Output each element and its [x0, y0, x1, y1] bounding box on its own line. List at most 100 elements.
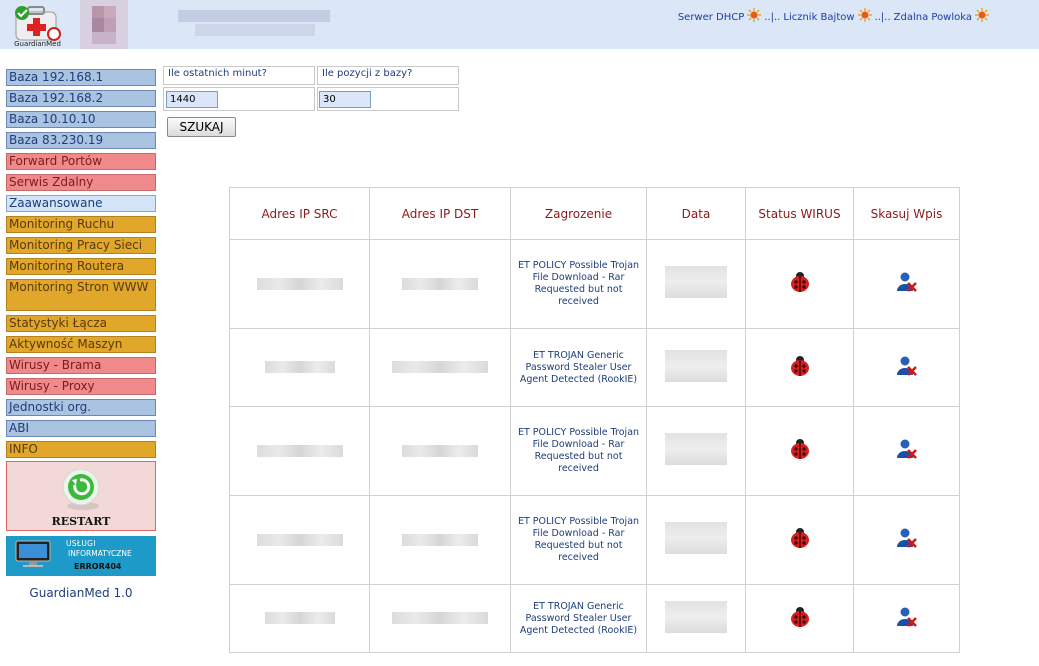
results-table: Adres IP SRC Adres IP DST Zagrozenie Dat…: [229, 187, 960, 653]
blurred-ip-dst: [392, 612, 488, 624]
ip-src-cell: [229, 328, 370, 407]
sidebar-item-serwis-zdalny[interactable]: Serwis Zdalny: [6, 174, 156, 191]
user-delete-icon[interactable]: [896, 438, 918, 460]
nav-separator: ..|..: [874, 12, 891, 23]
column-header-delete: Skasuj Wpis: [853, 187, 960, 240]
banner-line-2: INFORMATYCZNE: [68, 549, 132, 558]
table-row: ET TROJAN Generic Password Stealer User …: [229, 584, 960, 653]
ip-src-cell: [229, 584, 370, 653]
sidebar-item-monitoring-routera[interactable]: Monitoring Routera: [6, 258, 156, 275]
delete-cell: [853, 239, 960, 329]
user-delete-icon[interactable]: [896, 527, 918, 549]
app-version: GuardianMed 1.0: [29, 586, 133, 600]
blurred-ip-dst: [402, 444, 478, 457]
banner-line-3: ERROR404: [74, 562, 122, 571]
green-restart-icon: [62, 468, 100, 510]
sidebar-item-aktywnosc-maszyn[interactable]: Aktywność Maszyn: [6, 336, 156, 353]
ip-dst-cell: [369, 584, 511, 653]
ip-dst-cell: [369, 406, 511, 496]
virus-status-cell: [745, 584, 854, 653]
sidebar-item-monitoring-stron-www[interactable]: Monitoring Stron WWW: [6, 279, 156, 311]
date-cell: [646, 239, 746, 329]
column-header-date: Data: [646, 187, 746, 240]
top-nav: Serwer DHCP ..|.. Licznik Bajtow ..|.. Z…: [678, 7, 989, 23]
nav-dhcp-link[interactable]: Serwer DHCP: [678, 12, 744, 23]
sidebar-item-baza-83-230-19[interactable]: Baza 83.230.19: [6, 132, 156, 149]
sun-icon: [857, 7, 872, 22]
error404-banner[interactable]: USŁUGI INFORMATYCZNE ERROR404: [6, 536, 156, 576]
sidebar-item-statystyki-lacza[interactable]: Statystyki Łącza: [6, 315, 156, 332]
sidebar-item-baza-10-10-10[interactable]: Baza 10.10.10: [6, 111, 156, 128]
delete-cell: [853, 584, 960, 653]
restart-label: RESTART: [51, 515, 111, 528]
restart-button[interactable]: RESTART: [6, 461, 156, 531]
threat-cell: ET POLICY Possible Trojan File Download …: [510, 239, 647, 329]
threat-cell: ET POLICY Possible Trojan File Download …: [510, 406, 647, 496]
sidebar-item-zaawansowane[interactable]: Zaawansowane: [6, 195, 156, 212]
monitor-icon: [15, 540, 51, 567]
blurred-ip-src: [256, 444, 343, 457]
sidebar-item-monitoring-ruchu[interactable]: Monitoring Ruchu: [6, 216, 156, 233]
sidebar-item-jednostki-org[interactable]: Jednostki org.: [6, 399, 156, 416]
virus-status-cell: [745, 495, 854, 585]
user-delete-icon[interactable]: [896, 355, 918, 377]
blurred-ip-src: [256, 277, 343, 290]
sidebar-item-abi[interactable]: ABI: [6, 420, 156, 437]
blurred-ip-src: [264, 361, 335, 373]
blurred-date: [665, 266, 727, 298]
sidebar-item-baza-192-168-1[interactable]: Baza 192.168.1: [6, 69, 156, 86]
ladybug-virus-icon[interactable]: [788, 437, 812, 461]
ladybug-virus-icon[interactable]: [788, 354, 812, 378]
minutes-label: Ile ostatnich minut?: [163, 66, 315, 85]
ladybug-virus-icon[interactable]: [788, 526, 812, 550]
ip-src-cell: [229, 239, 370, 329]
ladybug-virus-icon[interactable]: [788, 270, 812, 294]
minutes-input[interactable]: [166, 91, 218, 108]
blurred-ip-src: [256, 533, 343, 546]
virus-status-cell: [745, 239, 854, 329]
first-aid-kit-icon: [15, 6, 61, 41]
sidebar-item-wirusy-brama[interactable]: Wirusy - Brama: [6, 357, 156, 374]
positions-input[interactable]: [319, 91, 371, 108]
table-row: ET POLICY Possible Trojan File Download …: [229, 406, 960, 496]
blurred-ip-dst: [402, 533, 478, 546]
date-cell: [646, 584, 746, 653]
table-header-row: Adres IP SRC Adres IP DST Zagrozenie Dat…: [229, 187, 960, 240]
sidebar-item-forward-portow[interactable]: Forward Portów: [6, 153, 156, 170]
date-cell: [646, 328, 746, 407]
delete-cell: [853, 406, 960, 496]
nav-remote-shell-link[interactable]: Zdalna Powloka: [894, 12, 972, 23]
blurred-ip-dst: [402, 277, 478, 290]
logo[interactable]: GuardianMed: [10, 2, 65, 48]
sidebar-item-wirusy-proxy[interactable]: Wirusy - Proxy: [6, 378, 156, 395]
date-cell: [646, 406, 746, 496]
positions-label: Ile pozycji z bazy?: [317, 66, 459, 85]
sidebar-item-info[interactable]: INFO: [6, 441, 156, 458]
ip-src-cell: [229, 406, 370, 496]
search-button[interactable]: SZUKAJ: [167, 117, 236, 137]
ip-dst-cell: [369, 239, 511, 329]
threat-cell: ET TROJAN Generic Password Stealer User …: [510, 584, 647, 653]
sun-icon: [975, 7, 989, 22]
table-row: ET POLICY Possible Trojan File Download …: [229, 495, 960, 585]
ip-src-cell: [229, 495, 370, 585]
logo-text: GuardianMed: [14, 40, 61, 48]
sidebar-menu: Baza 192.168.1 Baza 192.168.2 Baza 10.10…: [6, 69, 156, 462]
user-delete-icon[interactable]: [896, 606, 918, 628]
blurred-ip-src: [264, 612, 335, 624]
sidebar-item-monitoring-pracy-sieci[interactable]: Monitoring Pracy Sieci: [6, 237, 156, 254]
delete-cell: [853, 495, 960, 585]
sidebar-item-baza-192-168-2[interactable]: Baza 192.168.2: [6, 90, 156, 107]
ladybug-virus-icon[interactable]: [788, 605, 812, 629]
blurred-date: [665, 349, 727, 382]
blurred-date: [665, 600, 727, 633]
threat-cell: ET POLICY Possible Trojan File Download …: [510, 495, 647, 585]
user-delete-icon[interactable]: [896, 271, 918, 293]
sun-icon: [747, 7, 762, 22]
blurred-date: [665, 522, 727, 554]
threat-cell: ET TROJAN Generic Password Stealer User …: [510, 328, 647, 407]
blurred-ip-dst: [392, 361, 488, 373]
column-header-ip-dst: Adres IP DST: [369, 187, 511, 240]
nav-byte-counter-link[interactable]: Licznik Bajtow: [783, 12, 854, 23]
ip-dst-cell: [369, 328, 511, 407]
